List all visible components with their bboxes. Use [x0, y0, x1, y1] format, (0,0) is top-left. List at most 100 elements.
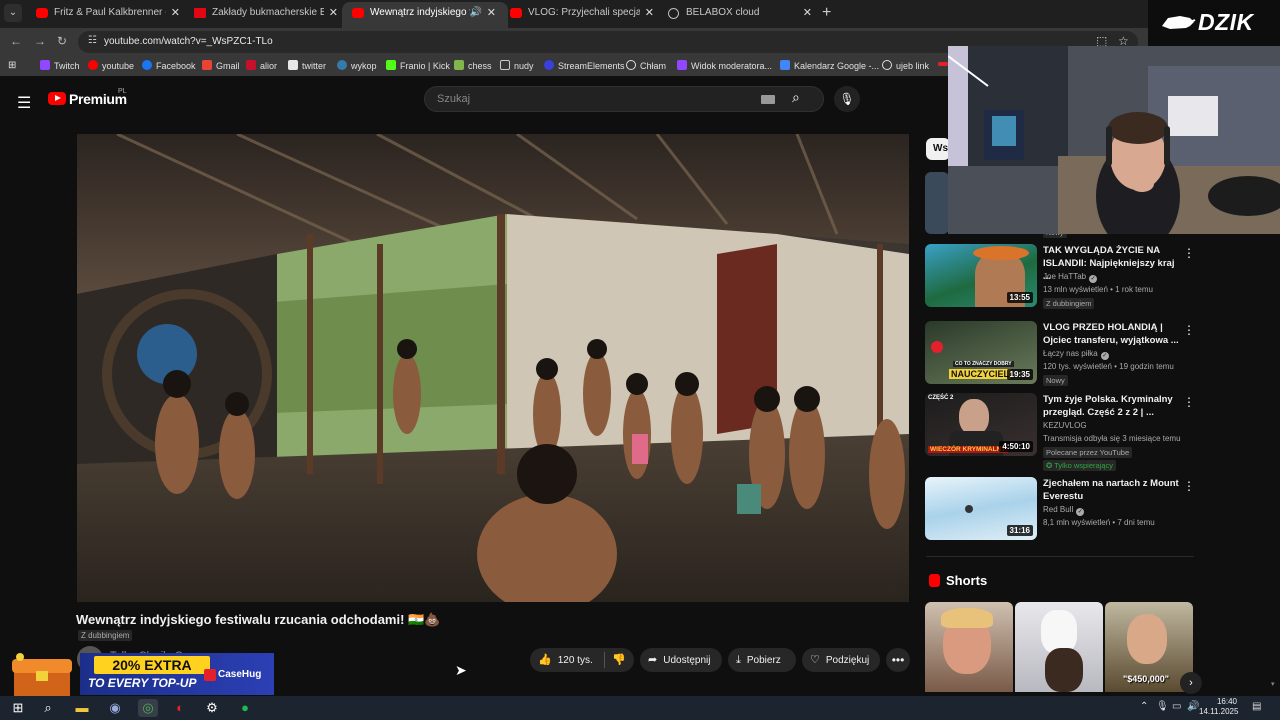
- recommendation-item[interactable]: 13:55 TAK WYGLĄDA ŻYCIE NA ISLANDII: Naj…: [925, 244, 1195, 309]
- recommendation-channel[interactable]: KEZUVLOG: [1043, 421, 1087, 430]
- bookmark-gmail[interactable]: Gmail: [202, 60, 240, 71]
- app-icon[interactable]: ◉: [105, 699, 125, 717]
- close-tab-icon[interactable]: ✕: [171, 2, 180, 24]
- site-info-icon[interactable]: ☷: [88, 35, 97, 46]
- thumbs-down-icon: 👎: [612, 654, 626, 666]
- forward-arrow-icon[interactable]: →: [34, 34, 46, 48]
- browser-tab[interactable]: Fritz & Paul Kalkbrenner - Sky a ✕: [26, 2, 192, 28]
- bookmark-youtube[interactable]: youtube: [88, 60, 134, 71]
- recommendation-thumbnail[interactable]: 31:16: [925, 477, 1037, 540]
- menu-hamburger-icon[interactable]: ☰: [17, 93, 31, 113]
- logo-red-icon: [931, 341, 943, 353]
- verified-check-icon: ✓: [1089, 275, 1098, 283]
- file-explorer-icon[interactable]: ▬: [72, 699, 92, 717]
- chrome-icon[interactable]: ◎: [138, 699, 158, 717]
- reload-icon[interactable]: ↻: [57, 34, 67, 48]
- bookmark-wykop[interactable]: wykop: [337, 60, 377, 71]
- new-tab-button[interactable]: +: [822, 4, 831, 22]
- windows-start-icon[interactable]: ⊞: [8, 699, 28, 717]
- bookmark-chess[interactable]: chess: [454, 60, 492, 71]
- back-arrow-icon[interactable]: ←: [10, 34, 22, 48]
- recommendation-channel[interactable]: Red Bull ✓: [1043, 505, 1085, 516]
- youtube-icon: [88, 60, 98, 70]
- recommendation-thumbnail[interactable]: CO TO ZNACZY DOBRY NAUCZYCIEL 19:35: [925, 321, 1037, 384]
- speaker-icon[interactable]: 🔊: [470, 2, 482, 24]
- recommendation-thumbnail[interactable]: [925, 172, 949, 234]
- taskbar-clock[interactable]: 16:40 14.11.2025: [1199, 697, 1238, 717]
- more-vert-icon[interactable]: ⋮: [1183, 395, 1195, 409]
- thanks-label: Podziękuj: [825, 655, 870, 666]
- volume-icon[interactable]: 🔊: [1187, 701, 1199, 712]
- bookmark-label: Widok moderatora...: [691, 61, 773, 71]
- notification-icon[interactable]: ▤: [1252, 701, 1261, 712]
- bookmark-streamelements[interactable]: StreamElements: [544, 60, 625, 71]
- bookmark-twitter[interactable]: twitter: [288, 60, 326, 71]
- thanks-button[interactable]: ♡ Podziękuj: [802, 648, 880, 672]
- tray-chevron-up-icon[interactable]: ⌃: [1140, 701, 1148, 712]
- recommendation-item[interactable]: CZĘŚĆ 2 WIECZÓR KRYMINALNY 4:50:10 Tym ż…: [925, 393, 1195, 471]
- youtube-premium-logo[interactable]: Premium PL: [48, 88, 127, 109]
- settings-gear-icon[interactable]: ⚙: [202, 699, 222, 717]
- network-icon[interactable]: ▭: [1172, 701, 1181, 712]
- close-tab-icon[interactable]: ✕: [803, 2, 812, 24]
- tab-title: Fritz & Paul Kalkbrenner - Sky a: [54, 7, 166, 18]
- share-button[interactable]: ➦ Udostępnij: [640, 648, 722, 672]
- bookmark-widok-moderatora[interactable]: Widok moderatora...: [677, 60, 772, 71]
- browser-tab[interactable]: Zakłady bukmacherskie Betclic ✕: [184, 2, 350, 28]
- bookmark-kick[interactable]: Franio | Kick: [386, 60, 450, 71]
- bookmark-alior[interactable]: alior: [246, 60, 277, 71]
- bookmark-folder-nudy[interactable]: nudy: [500, 60, 534, 71]
- short-item[interactable]: [925, 602, 1013, 692]
- treasure-box-art: [12, 653, 72, 699]
- microphone-icon[interactable]: 🎙: [1156, 701, 1169, 712]
- casehug-ad-overlay[interactable]: 20% EXTRA TO EVERY TOP-UP CaseHug: [8, 647, 274, 703]
- browser-tab[interactable]: VLOG: Przyjechali specjalnie do ✕: [500, 2, 666, 28]
- thumb-text: WIECZÓR KRYMINALNY: [928, 446, 1008, 453]
- voice-search-mic-icon[interactable]: 🎙: [834, 86, 860, 112]
- recommendation-thumbnail[interactable]: CZĘŚĆ 2 WIECZÓR KRYMINALNY 4:50:10: [925, 393, 1037, 456]
- apps-grid-icon[interactable]: ⊞: [8, 60, 16, 71]
- tab-title: Zakłady bukmacherskie Betclic: [212, 7, 324, 18]
- dislike-button[interactable]: 👎: [612, 648, 626, 672]
- bookmark-chlam[interactable]: Chłam: [626, 60, 666, 71]
- bookmark-google-calendar[interactable]: Kalendarz Google -...: [780, 60, 879, 71]
- scroll-down-arrow-icon[interactable]: ▾: [1271, 680, 1278, 688]
- more-vert-icon[interactable]: ⋮: [1183, 323, 1195, 337]
- recommendation-item[interactable]: 31:16 Zjechałem na nartach z Mount Evere…: [925, 477, 1195, 541]
- spotify-icon[interactable]: ●: [235, 699, 255, 717]
- recommendation-thumbnail[interactable]: 13:55: [925, 244, 1037, 307]
- bookmark-facebook[interactable]: Facebook: [142, 60, 196, 71]
- tab-search-button[interactable]: ⌄: [4, 4, 22, 22]
- recommendation-item[interactable]: CO TO ZNACZY DOBRY NAUCZYCIEL 19:35 VLOG…: [925, 321, 1195, 386]
- recommendation-channel[interactable]: Łączy nas piłka ✓: [1043, 349, 1109, 360]
- dubbing-badge: Z dubbingiem: [1043, 298, 1095, 309]
- like-button[interactable]: 👍 120 tys.: [538, 648, 593, 673]
- download-label: Pobierz: [746, 655, 781, 666]
- bookmark-twitch[interactable]: Twitch: [40, 60, 80, 71]
- recommendation-title[interactable]: Zjechałem na nartach z Mount Everestu: [1043, 477, 1179, 503]
- more-actions-button[interactable]: •••: [886, 648, 910, 672]
- video-player[interactable]: [77, 134, 909, 602]
- close-tab-icon[interactable]: ✕: [487, 2, 496, 24]
- browser-tab[interactable]: BELABOX cloud ✕: [658, 2, 824, 28]
- globe-icon: [626, 60, 636, 70]
- filter-chip-all[interactable]: Wsz: [926, 138, 950, 160]
- recommendation-title[interactable]: Tym żyje Polska. Kryminalny przegląd. Cz…: [1043, 393, 1179, 419]
- short-item[interactable]: [1015, 602, 1103, 692]
- recording-app-icon[interactable]: ◐: [170, 699, 190, 717]
- search-icon[interactable]: ⌕: [38, 699, 58, 717]
- close-tab-icon[interactable]: ✕: [645, 2, 654, 24]
- recommendation-channel[interactable]: Joe HaTTab ✓: [1043, 272, 1098, 283]
- more-vert-icon[interactable]: ⋮: [1183, 479, 1195, 493]
- search-box[interactable]: Szukaj ⌕: [424, 86, 824, 112]
- keyboard-icon[interactable]: [761, 95, 775, 104]
- more-vert-icon[interactable]: ⋮: [1183, 246, 1195, 260]
- shorts-next-arrow-icon[interactable]: ›: [1180, 672, 1202, 694]
- channel-label: Łączy nas piłka: [1043, 349, 1098, 358]
- close-tab-icon[interactable]: ✕: [329, 2, 338, 24]
- recommendation-title[interactable]: VLOG PRZED HOLANDIĄ | Ojciec transferu, …: [1043, 321, 1179, 347]
- search-icon[interactable]: ⌕: [792, 89, 800, 106]
- download-button[interactable]: ⤓ Pobierz: [728, 648, 796, 672]
- browser-tab-active[interactable]: Wewnątrz indyjskiego festi 🔊 ✕: [342, 2, 508, 28]
- bookmark-ujeb-link[interactable]: ujeb link: [882, 60, 929, 71]
